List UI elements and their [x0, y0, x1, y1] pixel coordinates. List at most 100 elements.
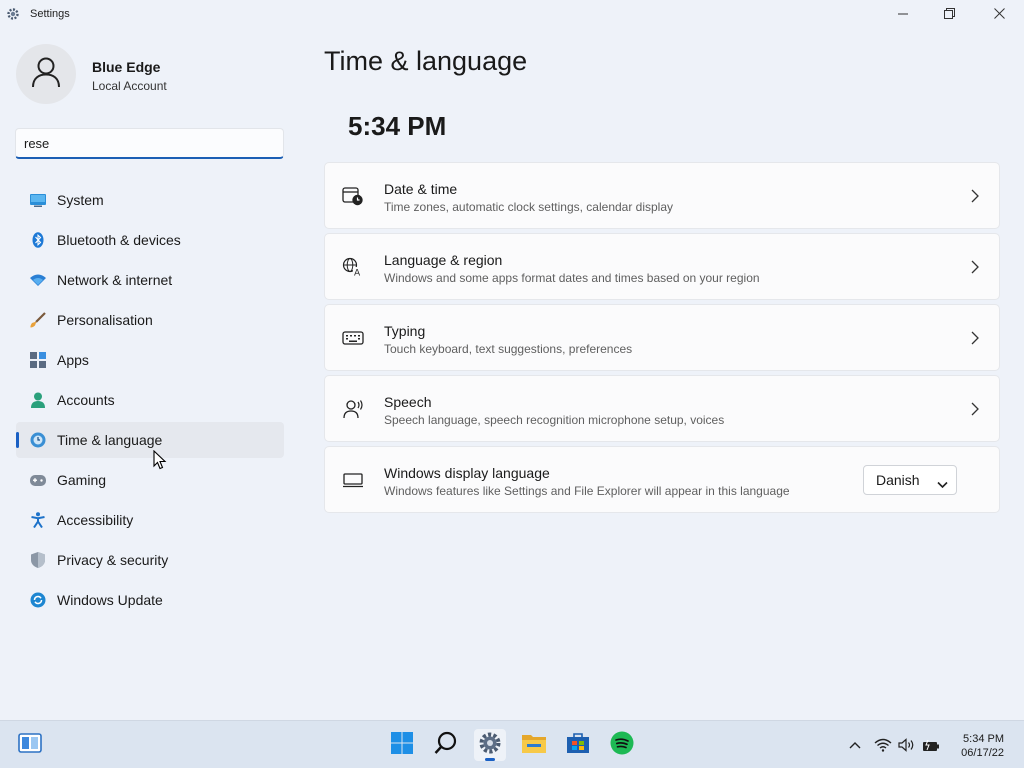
card-title: Language & region	[384, 252, 503, 268]
widgets-icon	[18, 732, 42, 758]
taskbar-clock[interactable]: 5:34 PM 06/17/22	[961, 732, 1004, 760]
avatar	[16, 44, 76, 104]
card-subtitle: Time zones, automatic clock settings, ca…	[384, 200, 674, 214]
user-profile[interactable]: Blue Edge Local Account	[16, 44, 276, 108]
card-title: Date & time	[384, 181, 458, 197]
card-subtitle: Speech language, speech recognition micr…	[384, 413, 725, 427]
chevron-right-icon	[969, 402, 981, 416]
card-title: Typing	[384, 323, 426, 339]
card-subtitle: Touch keyboard, text suggestions, prefer…	[384, 342, 633, 356]
taskbar: 5:34 PM 06/17/22	[0, 720, 1024, 768]
spotify-icon	[610, 731, 634, 760]
restore-icon	[943, 6, 955, 24]
chevron-right-icon	[969, 260, 981, 274]
store-icon	[566, 731, 590, 760]
brush-icon	[30, 312, 46, 328]
dropdown-value: Danish	[876, 472, 920, 488]
person-icon	[30, 392, 46, 408]
card-subtitle: Windows features like Settings and File …	[384, 484, 790, 498]
sidebar-item-label: Gaming	[57, 472, 107, 488]
chevron-right-icon	[969, 189, 981, 203]
profile-account-type: Local Account	[92, 79, 167, 93]
sidebar-item-label: Bluetooth & devices	[57, 232, 181, 248]
sidebar-item-label: Privacy & security	[57, 552, 169, 568]
date-time-card[interactable]: Date & time Time zones, automatic clock …	[324, 162, 1000, 229]
bluetooth-icon	[30, 232, 46, 248]
card-subtitle: Windows and some apps format dates and t…	[384, 271, 760, 285]
language-icon: A	[342, 256, 364, 278]
taskbar-date: 06/17/22	[961, 747, 1004, 759]
sidebar-item-bluetooth[interactable]: Bluetooth & devices	[16, 222, 284, 258]
update-icon	[30, 592, 46, 608]
language-region-card[interactable]: A Language & region Windows and some app…	[324, 233, 1000, 300]
speech-icon	[342, 398, 364, 420]
file-explorer-icon	[521, 732, 547, 759]
search-icon	[434, 731, 458, 760]
chevron-down-icon	[937, 476, 948, 492]
window-title: Settings	[30, 8, 70, 20]
speech-card[interactable]: Speech Speech language, speech recogniti…	[324, 375, 1000, 442]
wifi-icon	[30, 272, 46, 288]
mouse-cursor-icon	[153, 449, 167, 470]
svg-text:A: A	[354, 269, 361, 278]
battery-icon[interactable]	[922, 737, 940, 753]
volume-icon[interactable]	[898, 737, 916, 753]
display-language-card: Windows display language Windows feature…	[324, 446, 1000, 513]
chevron-right-icon	[969, 331, 981, 345]
store-button[interactable]	[562, 729, 594, 761]
shield-icon	[30, 552, 46, 568]
file-explorer-button[interactable]	[518, 729, 550, 761]
keyboard-icon	[342, 327, 364, 349]
typing-card[interactable]: Typing Touch keyboard, text suggestions,…	[324, 304, 1000, 371]
display-language-dropdown[interactable]: Danish	[863, 465, 957, 495]
profile-name: Blue Edge	[92, 59, 161, 75]
sidebar-item-apps[interactable]: Apps	[16, 342, 284, 378]
sidebar-item-accounts[interactable]: Accounts	[16, 382, 284, 418]
settings-window: Settings Blue Edge Local Account System	[0, 0, 1024, 720]
taskbar-time: 5:34 PM	[963, 733, 1004, 745]
sidebar-item-windows-update[interactable]: Windows Update	[16, 582, 284, 618]
restore-button[interactable]	[926, 0, 972, 30]
person-avatar-icon	[31, 56, 61, 93]
sidebar-nav: System Bluetooth & devices Network & int…	[16, 182, 284, 622]
sidebar-item-personalisation[interactable]: Personalisation	[16, 302, 284, 338]
card-title: Windows display language	[384, 465, 550, 481]
sidebar-item-label: Time & language	[57, 432, 163, 448]
chevron-up-icon[interactable]	[846, 737, 864, 753]
sidebar-item-label: Personalisation	[57, 312, 153, 328]
minimize-icon	[898, 6, 908, 24]
sidebar-item-network[interactable]: Network & internet	[16, 262, 284, 298]
start-icon	[391, 731, 413, 759]
settings-taskbar-button[interactable]	[474, 729, 506, 761]
apps-icon	[30, 352, 46, 368]
sidebar-item-privacy[interactable]: Privacy & security	[16, 542, 284, 578]
card-title: Speech	[384, 394, 432, 410]
taskbar-search-button[interactable]	[430, 729, 462, 761]
sidebar-item-label: Apps	[57, 352, 89, 368]
wifi-tray-icon[interactable]	[874, 737, 892, 753]
sidebar-item-gaming[interactable]: Gaming	[16, 462, 284, 498]
close-icon	[993, 6, 1005, 24]
display-icon	[342, 469, 364, 491]
system-icon	[30, 192, 46, 208]
sidebar-item-system[interactable]: System	[16, 182, 284, 218]
sidebar-item-accessibility[interactable]: Accessibility	[16, 502, 284, 538]
minimize-button[interactable]	[880, 0, 926, 30]
page-title: Time & language	[324, 46, 528, 76]
sidebar-item-label: System	[57, 192, 104, 208]
sidebar-item-label: Accessibility	[57, 512, 134, 528]
start-button[interactable]	[386, 729, 418, 761]
widgets-button[interactable]	[14, 729, 46, 761]
gamepad-icon	[30, 472, 46, 488]
sidebar-item-label: Accounts	[57, 392, 115, 408]
current-time: 5:34 PM	[348, 111, 447, 141]
calendar-clock-icon	[342, 185, 364, 207]
globe-clock-icon	[30, 432, 46, 448]
close-button[interactable]	[976, 0, 1022, 30]
sidebar-item-label: Network & internet	[57, 272, 173, 288]
title-bar: Settings	[0, 0, 1024, 30]
sidebar-item-time-language[interactable]: Time & language	[16, 422, 284, 458]
spotify-button[interactable]	[606, 729, 638, 761]
sidebar-item-label: Windows Update	[57, 592, 163, 608]
search-input[interactable]	[15, 128, 284, 159]
